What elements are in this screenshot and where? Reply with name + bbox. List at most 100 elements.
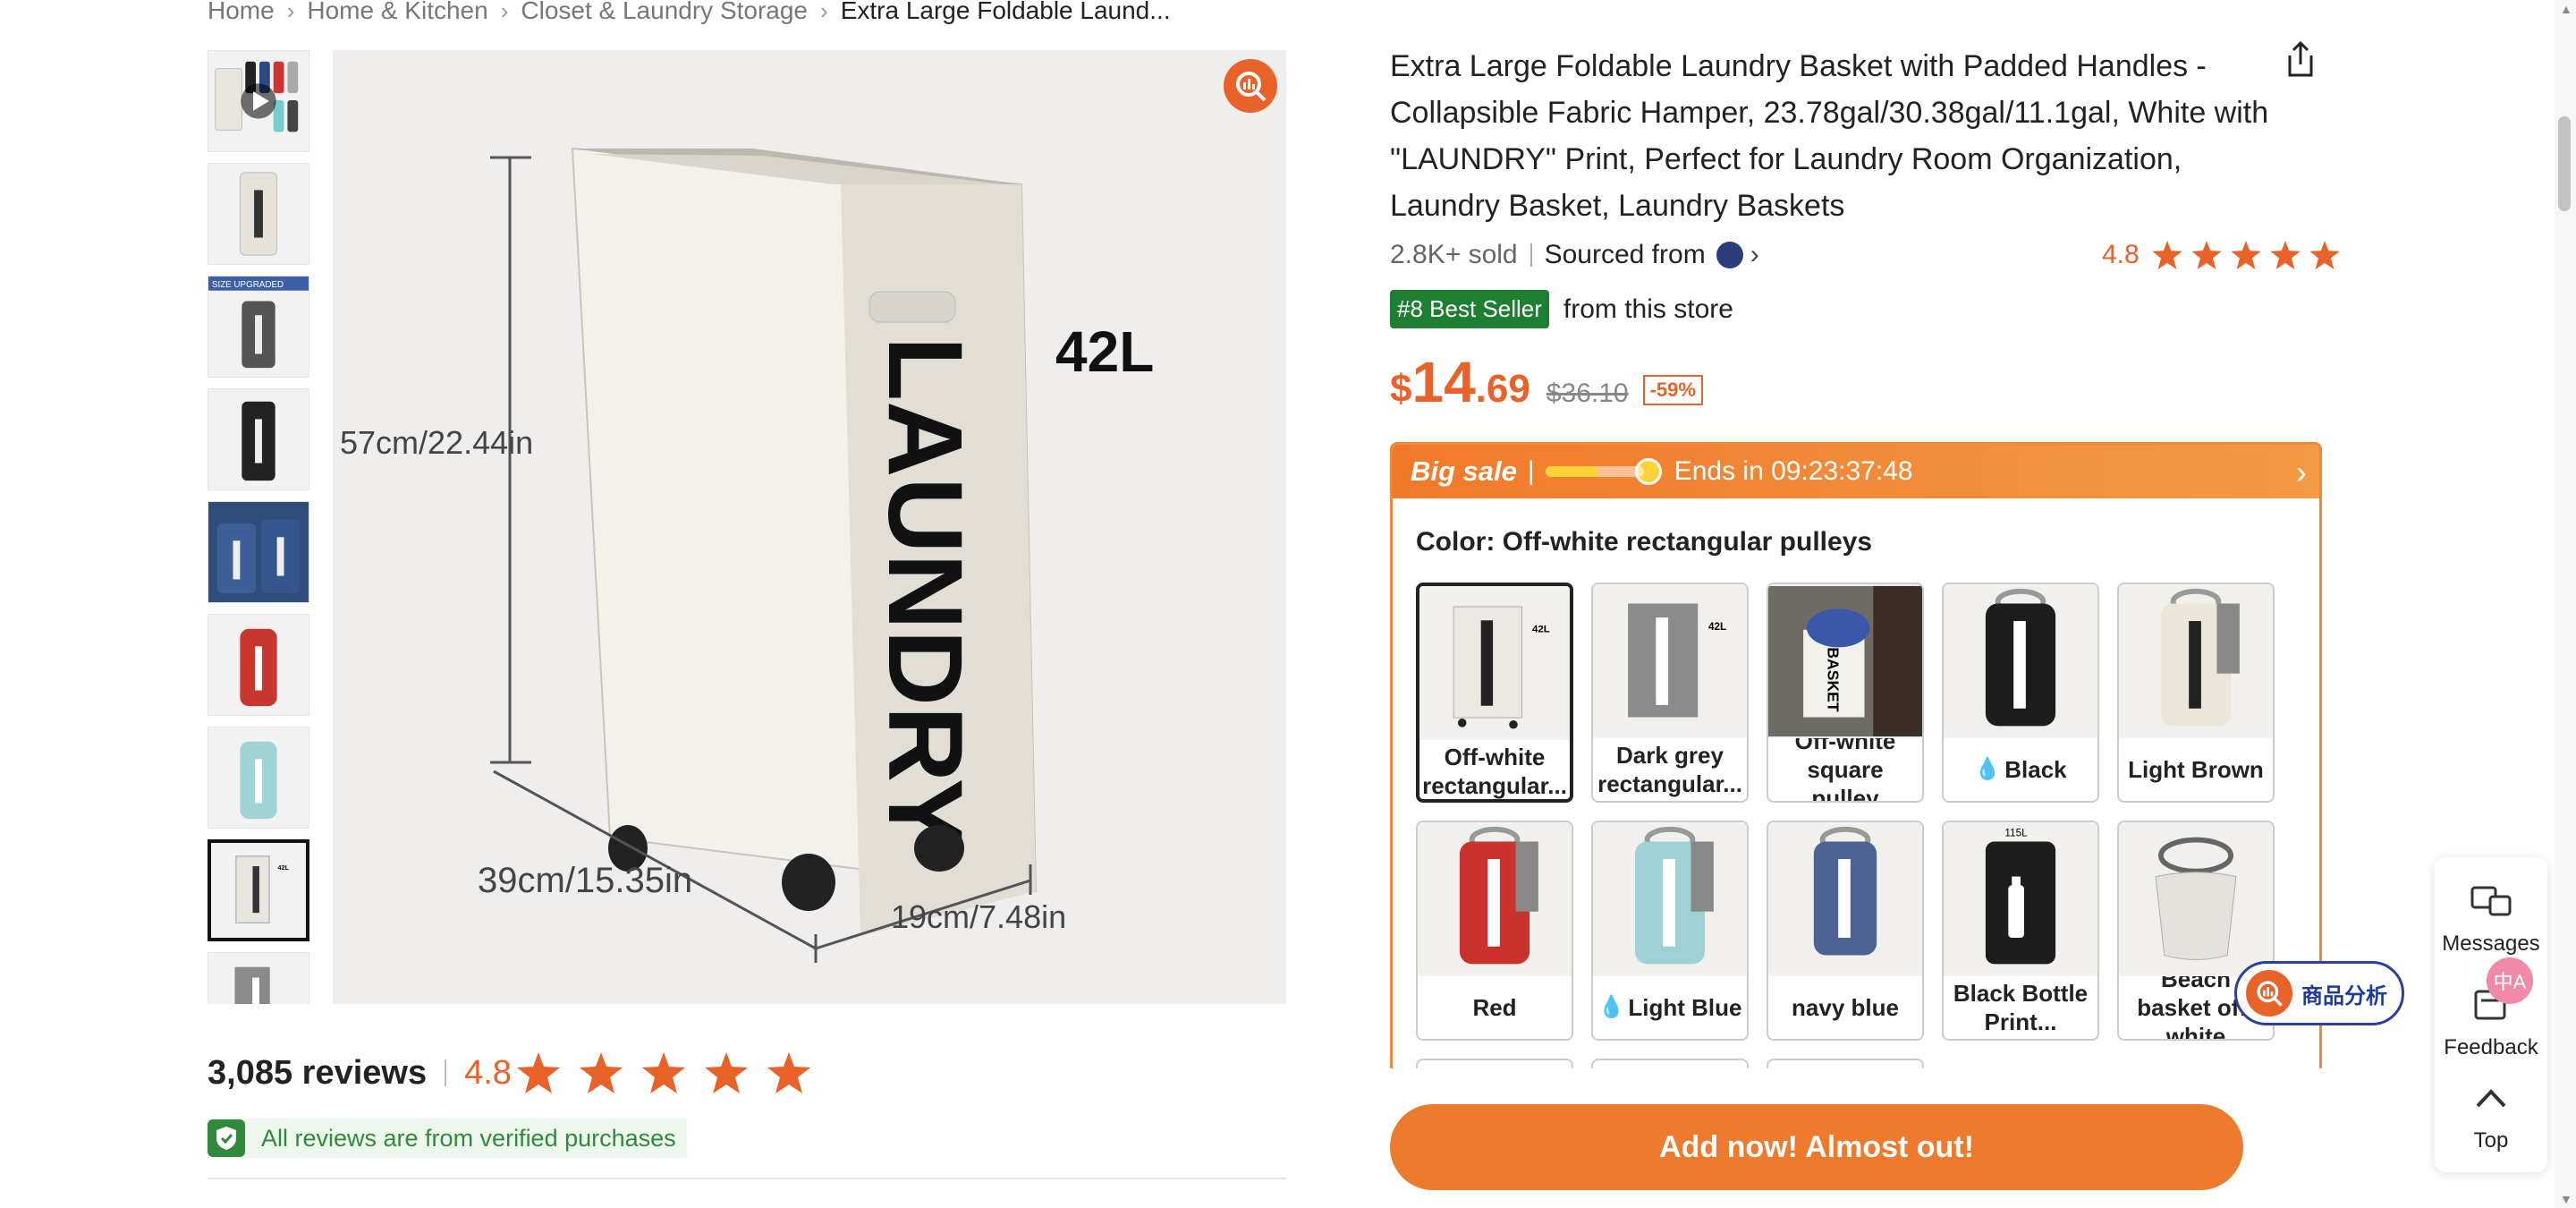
color-option-black[interactable]: 💧 Black	[1942, 583, 2099, 803]
thumbnail-offwhite[interactable]	[208, 163, 309, 265]
divider	[1530, 243, 1532, 267]
swatch-image: 115L	[1944, 822, 2097, 976]
star-icon	[2270, 241, 2301, 269]
breadcrumb-closet-laundry[interactable]: Closet & Laundry Storage	[521, 0, 808, 25]
color-option-darkgrey-rect[interactable]: 42L Dark grey rectangular...	[1591, 583, 1749, 803]
messages-icon	[2470, 886, 2512, 916]
chevron-right-icon[interactable]: ›	[2296, 454, 2307, 491]
color-option-navyblue[interactable]: navy blue	[1767, 821, 1924, 1041]
price-integer: 14	[1411, 350, 1476, 414]
svg-text:BASKET: BASKET	[1824, 647, 1842, 712]
product-title: Extra Large Foldable Laundry Basket with…	[1390, 49, 2269, 223]
breadcrumb: Home › Home & Kitchen › Closet & Laundry…	[208, 0, 1171, 29]
svg-text:115L: 115L	[2004, 828, 2028, 839]
reviews-count[interactable]: 3,085 reviews	[208, 1054, 427, 1093]
swatch-label: Off-white rectangular...	[1422, 744, 1567, 799]
verified-purchases-note: All reviews are from verified purchases	[208, 1119, 687, 1158]
star-icon	[2231, 241, 2261, 269]
scroll-up-icon[interactable]: ▲	[2560, 2, 2572, 16]
scrollbar-thumb[interactable]	[2558, 116, 2571, 211]
color-option-lightblue[interactable]: 💧 Light Blue	[1591, 821, 1749, 1041]
color-option-offwhite-square[interactable]: BASKET Off-white square pulley	[1767, 583, 1924, 803]
side-panel: Messages Feedback Top	[2435, 857, 2547, 1172]
add-to-cart-button[interactable]: Add now! Almost out!	[1390, 1104, 2243, 1190]
swatch-label: Black Bottle Print...	[1953, 980, 2089, 1035]
svg-text:42L: 42L	[1532, 625, 1550, 635]
svg-text:42L: 42L	[277, 863, 289, 872]
star-icon	[2309, 241, 2340, 269]
sale-countdown: Ends in 09:23:37:48	[1674, 456, 1913, 486]
sold-row: 2.8K+ sold Sourced from ›	[1390, 240, 1759, 270]
top-label: Top	[2473, 1128, 2509, 1153]
svg-text:SIZE UPGRADED: SIZE UPGRADED	[212, 280, 284, 290]
thumbnail-size-upgraded[interactable]: SIZE UPGRADED	[208, 276, 309, 378]
messages-label: Messages	[2442, 932, 2540, 956]
thumbnail-navy[interactable]	[208, 501, 309, 603]
product-analysis-button[interactable]: 商品分析	[2234, 961, 2404, 1025]
swatch-image	[1593, 822, 1747, 976]
color-option-more[interactable]	[1416, 1059, 1573, 1068]
best-seller-badge[interactable]: #8 Best Seller	[1390, 290, 1549, 328]
length-dimension: 39cm/15.35in	[478, 861, 693, 900]
share-icon[interactable]	[2283, 39, 2318, 79]
thumbnail-black[interactable]	[208, 388, 309, 490]
messages-button[interactable]: Messages	[2435, 884, 2547, 957]
sale-title: Big sale	[1411, 455, 1517, 487]
swatch-image	[1418, 822, 1572, 976]
swatch-image	[2119, 822, 2273, 976]
analysis-icon	[2246, 970, 2292, 1017]
page-scrollbar[interactable]: ▲ ▼	[2555, 0, 2576, 1208]
thumbnail-lightblue[interactable]	[208, 727, 309, 829]
rating-value: 4.8	[2102, 240, 2140, 269]
color-option-red[interactable]: Red	[1416, 821, 1573, 1041]
sale-progress-bar	[1545, 466, 1644, 477]
capacity-label: 42L	[1055, 319, 1155, 384]
star-icon	[579, 1052, 623, 1093]
price-row: $ 14 .69 $36.10 -59%	[1390, 349, 1703, 415]
thumbnail-strip: SIZE UPGRADED 42L	[208, 50, 311, 1004]
rating-stars	[516, 1052, 810, 1093]
chevron-up-icon	[2476, 1089, 2506, 1108]
color-option-black-bottle[interactable]: 115L Black Bottle Print...	[1942, 821, 2099, 1041]
original-price: $36.10	[1546, 379, 1629, 408]
swatch-label: 💧 Light Blue	[1597, 994, 1742, 1021]
scroll-down-icon[interactable]: ▼	[2560, 1192, 2572, 1206]
svg-text:42L: 42L	[1708, 621, 1726, 633]
reviews-summary[interactable]: 3,085 reviews 4.8	[208, 1052, 810, 1093]
thumbnail-red[interactable]	[208, 614, 309, 716]
big-sale-banner[interactable]: Big sale | Ends in 09:23:37:48 ›	[1393, 445, 2319, 498]
breadcrumb-home-kitchen[interactable]: Home & Kitchen	[307, 0, 487, 25]
thumbnail-video[interactable]	[208, 50, 309, 152]
breadcrumb-home[interactable]: Home	[208, 0, 275, 25]
chevron-right-icon[interactable]: ›	[1750, 240, 1759, 270]
flame-icon: 💧	[1597, 995, 1625, 1019]
reviews-rating: 4.8	[464, 1053, 512, 1092]
color-option-more[interactable]	[1591, 1059, 1749, 1068]
feedback-button[interactable]: Feedback	[2435, 988, 2547, 1060]
main-product-image[interactable]: LAUNDRY 42L 57cm/22.44in 39cm/15.35in 19…	[333, 50, 1286, 1004]
product-rating[interactable]: 4.8	[2102, 240, 2340, 270]
color-label: Color: Off-white rectangular pulleys	[1416, 527, 1873, 557]
color-option-offwhite-rect[interactable]: 42L Off-white rectangular...	[1416, 583, 1573, 803]
shield-check-icon	[208, 1119, 245, 1157]
color-option-more[interactable]	[1767, 1059, 1924, 1068]
star-icon	[641, 1052, 685, 1093]
color-option-lightbrown[interactable]: Light Brown	[2117, 583, 2275, 803]
divider	[208, 1178, 1286, 1179]
breadcrumb-separator: ›	[286, 0, 295, 24]
feedback-label: Feedback	[2444, 1035, 2538, 1059]
sourced-from[interactable]: Sourced from	[1545, 240, 1706, 270]
sold-count: 2.8K+ sold	[1390, 240, 1518, 269]
verified-text: All reviews are from verified purchases	[261, 1124, 676, 1152]
thumbnail-darkgrey[interactable]	[208, 952, 309, 1004]
translate-icon[interactable]: 中A	[2487, 957, 2533, 1004]
price-decimal: .69	[1475, 367, 1530, 411]
back-to-top-button[interactable]: Top	[2435, 1081, 2547, 1153]
image-analysis-icon[interactable]	[1224, 59, 1277, 113]
height-dimension: 57cm/22.44in	[340, 424, 534, 461]
swatch-label: Off-white square pulley	[1794, 738, 1896, 801]
discount-badge: -59%	[1642, 375, 1703, 405]
thumbnail-selected[interactable]: 42L	[208, 839, 309, 941]
origin-flag-icon	[1716, 242, 1743, 268]
star-icon	[767, 1052, 810, 1093]
